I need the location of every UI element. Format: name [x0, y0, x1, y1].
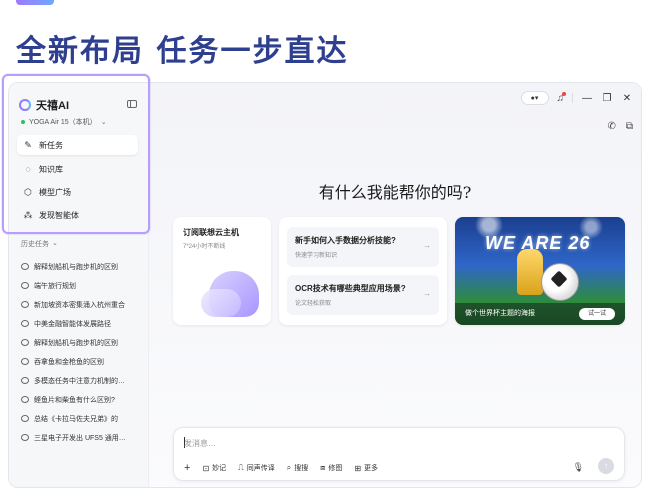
edit-icon: ✎: [24, 140, 32, 150]
sidebar-collapse-icon[interactable]: [127, 100, 137, 108]
notification-dot: [562, 91, 566, 96]
search-icon: ⌕: [286, 463, 292, 472]
device-selector[interactable]: YOGA Air 15（本机） ⌄: [21, 117, 107, 127]
composer-actions: + ⊡ 妙记 ⎍ 同声传译 ⌕ 搜搜 ⧈ 修图 ⊞ 更多: [184, 462, 378, 474]
notification-bell-icon[interactable]: ♫: [557, 91, 566, 104]
suggested-questions-card: 新手如何入手数据分析技能? 快速学习新知识 → OCR技术有哪些典型应用场景? …: [279, 217, 447, 325]
action-edit-image[interactable]: ⧈ 修图: [320, 463, 342, 473]
chat-bubble-icon: [21, 377, 29, 384]
close-icon[interactable]: ✕: [621, 93, 633, 104]
knowledge-icon: ◌: [25, 164, 31, 174]
grid-icon: ⊞: [354, 463, 362, 473]
brand-name: 天禧AI: [36, 100, 69, 112]
microphone-icon[interactable]: 🎙: [573, 462, 584, 473]
action-interpretation[interactable]: ⎍ 同声传译: [238, 463, 275, 473]
message-input[interactable]: [184, 436, 484, 450]
chat-bubble-icon: [21, 358, 29, 365]
history-item[interactable]: 鲣鱼片和柴鱼有什么区别?: [21, 390, 145, 409]
history-item[interactable]: 中美金融智能体发展路径: [21, 314, 145, 333]
phone-icon[interactable]: ✆: [607, 121, 615, 132]
nav-label: 发现智能体: [39, 210, 79, 220]
send-button[interactable]: ↑: [598, 458, 614, 474]
chat-bubble-icon: [21, 301, 29, 308]
device-name: YOGA Air 15（本机）: [29, 119, 97, 126]
cloud-host-card[interactable]: 订阅联想云主机 7*24小时不断线: [173, 217, 271, 325]
history-item[interactable]: 解释划船机与跑步机的区别: [21, 257, 145, 276]
history-item[interactable]: 端午旅行规划: [21, 276, 145, 295]
cube-icon: ⬡: [24, 187, 32, 197]
chat-bubble-icon: [21, 320, 29, 327]
promo-caption: 做个世界杯主题的海报: [465, 310, 535, 317]
history-header[interactable]: 历史任务 ⌄: [21, 239, 58, 249]
nav-label: 新任务: [39, 140, 63, 150]
agents-icon: ⁂: [23, 210, 33, 220]
suggested-question[interactable]: 新手如何入手数据分析技能? 快速学习新知识 →: [287, 227, 439, 267]
arrow-right-icon: →: [423, 241, 431, 250]
divider: [572, 93, 573, 103]
history-item[interactable]: 多模态任务中注意力机制的…: [21, 371, 145, 390]
window-controls: ●▾ ♫ — ❐ ✕: [520, 91, 634, 105]
chat-bubble-icon: [21, 339, 29, 346]
brand: 天禧AI: [19, 97, 69, 113]
nav-knowledge-base[interactable]: ◌ 知识库: [17, 159, 138, 179]
new-window-icon[interactable]: ⧉: [626, 121, 633, 132]
add-icon[interactable]: +: [184, 462, 190, 474]
user-icon: ●▾: [530, 95, 539, 102]
sidebar: 天禧AI YOGA Air 15（本机） ⌄ ✎ 新任务 ◌ 知识库 ⬡ 模型广…: [9, 83, 149, 487]
minimize-icon[interactable]: —: [581, 93, 593, 104]
try-button[interactable]: 试一试: [579, 308, 615, 320]
tool-row: ✆ ⧉: [607, 121, 633, 132]
message-composer: + ⊡妙记 ⎍同声传译 ⌕搜搜 ⧈修图 ⊞更多 🎙 ↑: [173, 427, 625, 481]
history-list: 解释划船机与跑步机的区别 端午旅行规划 新加坡资本密集涌入杭州重合 中美金融智能…: [21, 257, 145, 447]
history-item[interactable]: 总结《卡拉马佐夫兄弟》的: [21, 409, 145, 428]
chat-bubble-icon: [21, 263, 29, 270]
cloud-card-title: 订阅联想云主机: [183, 228, 239, 237]
page-headline: 全新布局 任务一步直达: [16, 34, 349, 69]
cloud-card-subtitle: 7*24小时不断线: [183, 244, 226, 250]
history-title: 历史任务: [21, 241, 49, 248]
restore-icon[interactable]: ❐: [601, 93, 613, 104]
history-item[interactable]: 吞拿鱼和金枪鱼的区别: [21, 352, 145, 371]
chat-bubble-icon: [21, 434, 29, 441]
translate-icon: ⎍: [238, 463, 244, 472]
user-menu[interactable]: ●▾: [520, 91, 549, 105]
online-status-icon: [21, 120, 25, 124]
chevron-down-icon: ⌄: [100, 119, 107, 126]
image-edit-icon: ⧈: [320, 463, 326, 472]
action-notes[interactable]: ⊡ 妙记: [202, 463, 226, 473]
chevron-down-icon: ⌄: [52, 240, 58, 247]
cloud-illustration-icon: [201, 289, 241, 317]
history-item[interactable]: 三星电子开发出 UFS5 通用…: [21, 428, 145, 447]
greeting-title: 有什么我能帮你的吗?: [318, 183, 472, 202]
nav-new-task[interactable]: ✎ 新任务: [17, 135, 138, 155]
nav-label: 知识库: [39, 164, 63, 174]
nav-label: 模型广场: [39, 187, 71, 197]
record-icon: ⊡: [202, 463, 210, 473]
worldcup-promo-card[interactable]: WE ARE 26 做个世界杯主题的海报 试一试: [455, 217, 625, 325]
nav-model-plaza[interactable]: ⬡ 模型广场: [17, 182, 138, 202]
chat-bubble-icon: [21, 415, 29, 422]
arrow-right-icon: →: [423, 289, 431, 298]
action-search[interactable]: ⌕ 搜搜: [287, 463, 308, 473]
chat-bubble-icon: [21, 282, 29, 289]
history-item[interactable]: 新加坡资本密集涌入杭州重合: [21, 295, 145, 314]
suggested-question[interactable]: OCR技术有哪些典型应用场景? 论文轻松获取 →: [287, 275, 439, 315]
history-item[interactable]: 解释划船机与跑步机的区别: [21, 333, 145, 352]
trophy-icon: [517, 249, 543, 295]
chat-bubble-icon: [21, 396, 29, 403]
main-panel: ●▾ ♫ — ❐ ✕ ✆ ⧉ 有什么我能帮你的吗? 订阅联想云主机 7*24小时…: [149, 83, 641, 487]
nav-discover-agents[interactable]: ⁂ 发现智能体: [17, 205, 138, 225]
action-more[interactable]: ⊞ 更多: [354, 463, 378, 473]
brand-logo-icon: [19, 99, 31, 111]
app-window: 天禧AI YOGA Air 15（本机） ⌄ ✎ 新任务 ◌ 知识库 ⬡ 模型广…: [8, 82, 642, 488]
accent-bar: [16, 0, 54, 5]
